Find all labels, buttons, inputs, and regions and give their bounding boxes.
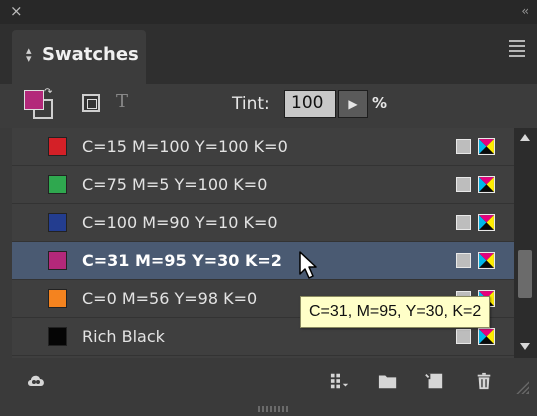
swatch-color-chip: [48, 251, 67, 270]
swatch-tooltip: C=31, M=95, Y=30, K=2: [300, 296, 491, 328]
formatting-affects-container-icon[interactable]: [82, 94, 100, 112]
panel-bottom-bar: [0, 358, 537, 416]
swatch-color-chip: [48, 289, 67, 308]
swatch-toolbar: ↷ T Tint: 100 ▶ %: [0, 84, 537, 128]
tab-title: Swatches: [42, 44, 139, 65]
swatch-name: C=0 M=56 Y=98 K=0: [82, 289, 258, 308]
new-group-folder-icon[interactable]: [378, 372, 398, 390]
tint-label: Tint:: [232, 94, 270, 114]
swatch-color-chip: [48, 327, 67, 346]
process-color-mode-icon: [456, 253, 471, 268]
scroll-down-arrow-icon[interactable]: [520, 343, 530, 350]
process-color-mode-icon: [456, 139, 471, 154]
trash-icon[interactable]: [474, 372, 494, 390]
swatch-name: C=100 M=90 Y=10 K=0: [82, 213, 278, 232]
swap-fill-stroke-icon[interactable]: ↷: [44, 87, 52, 98]
process-color-mode-icon: [456, 329, 471, 344]
swatch-list-scrollbar[interactable]: [514, 128, 537, 358]
tint-percent-label: %: [372, 94, 388, 112]
swatch-name: C=75 M=5 Y=100 K=0: [82, 175, 268, 194]
swatch-row[interactable]: C=31 M=95 Y=30 K=2: [12, 242, 514, 280]
swatch-color-chip: [48, 175, 67, 194]
tab-expand-arrows-icon[interactable]: ▴ ▾: [26, 45, 32, 64]
panel-resize-grip[interactable]: [258, 406, 288, 412]
mouse-cursor-icon: [299, 251, 317, 279]
fill-stroke-icon[interactable]: ↷: [24, 87, 54, 120]
panel-tab-row: ▴ ▾ Swatches: [0, 24, 537, 84]
panel-corner-resize-grip[interactable]: [515, 380, 529, 394]
scroll-thumb[interactable]: [518, 250, 532, 298]
swatch-color-chip: [48, 137, 67, 156]
swatch-color-chip: [48, 213, 67, 232]
close-icon[interactable]: ×: [10, 2, 23, 20]
swatch-view-icon[interactable]: [330, 372, 350, 390]
swatch-name: Rich Black: [82, 327, 165, 346]
hamburger-icon[interactable]: [509, 40, 525, 60]
tint-input[interactable]: 100: [284, 90, 336, 118]
cmyk-mode-icon: [478, 214, 495, 231]
swatch-row[interactable]: C=75 M=5 Y=100 K=0: [12, 166, 514, 204]
panel-titlebar: × ‹‹: [0, 0, 537, 24]
swatch-row[interactable]: C=15 M=100 Y=100 K=0: [12, 128, 514, 166]
swatch-name: C=31 M=95 Y=30 K=2: [82, 251, 282, 270]
cmyk-mode-icon: [478, 252, 495, 269]
swatches-panel: × ‹‹ ▴ ▾ Swatches ↷ T Tint: 100 ▶ % C=15 …: [0, 0, 537, 416]
tint-slider-button[interactable]: ▶: [338, 90, 368, 118]
collapse-panel-icon[interactable]: ‹‹: [521, 4, 528, 18]
process-color-mode-icon: [456, 215, 471, 230]
scroll-up-arrow-icon[interactable]: [520, 134, 530, 141]
process-color-mode-icon: [456, 177, 471, 192]
cmyk-mode-icon: [478, 176, 495, 193]
cmyk-mode-icon: [478, 328, 495, 345]
formatting-affects-text-icon[interactable]: T: [116, 91, 128, 112]
tab-swatches[interactable]: ▴ ▾ Swatches: [12, 30, 146, 84]
swatch-name: C=15 M=100 Y=100 K=0: [82, 137, 288, 156]
fill-box[interactable]: [24, 90, 44, 110]
new-swatch-icon[interactable]: [424, 372, 444, 390]
creative-cloud-icon[interactable]: [26, 372, 46, 388]
swatch-row[interactable]: C=100 M=90 Y=10 K=0: [12, 204, 514, 242]
cmyk-mode-icon: [478, 138, 495, 155]
